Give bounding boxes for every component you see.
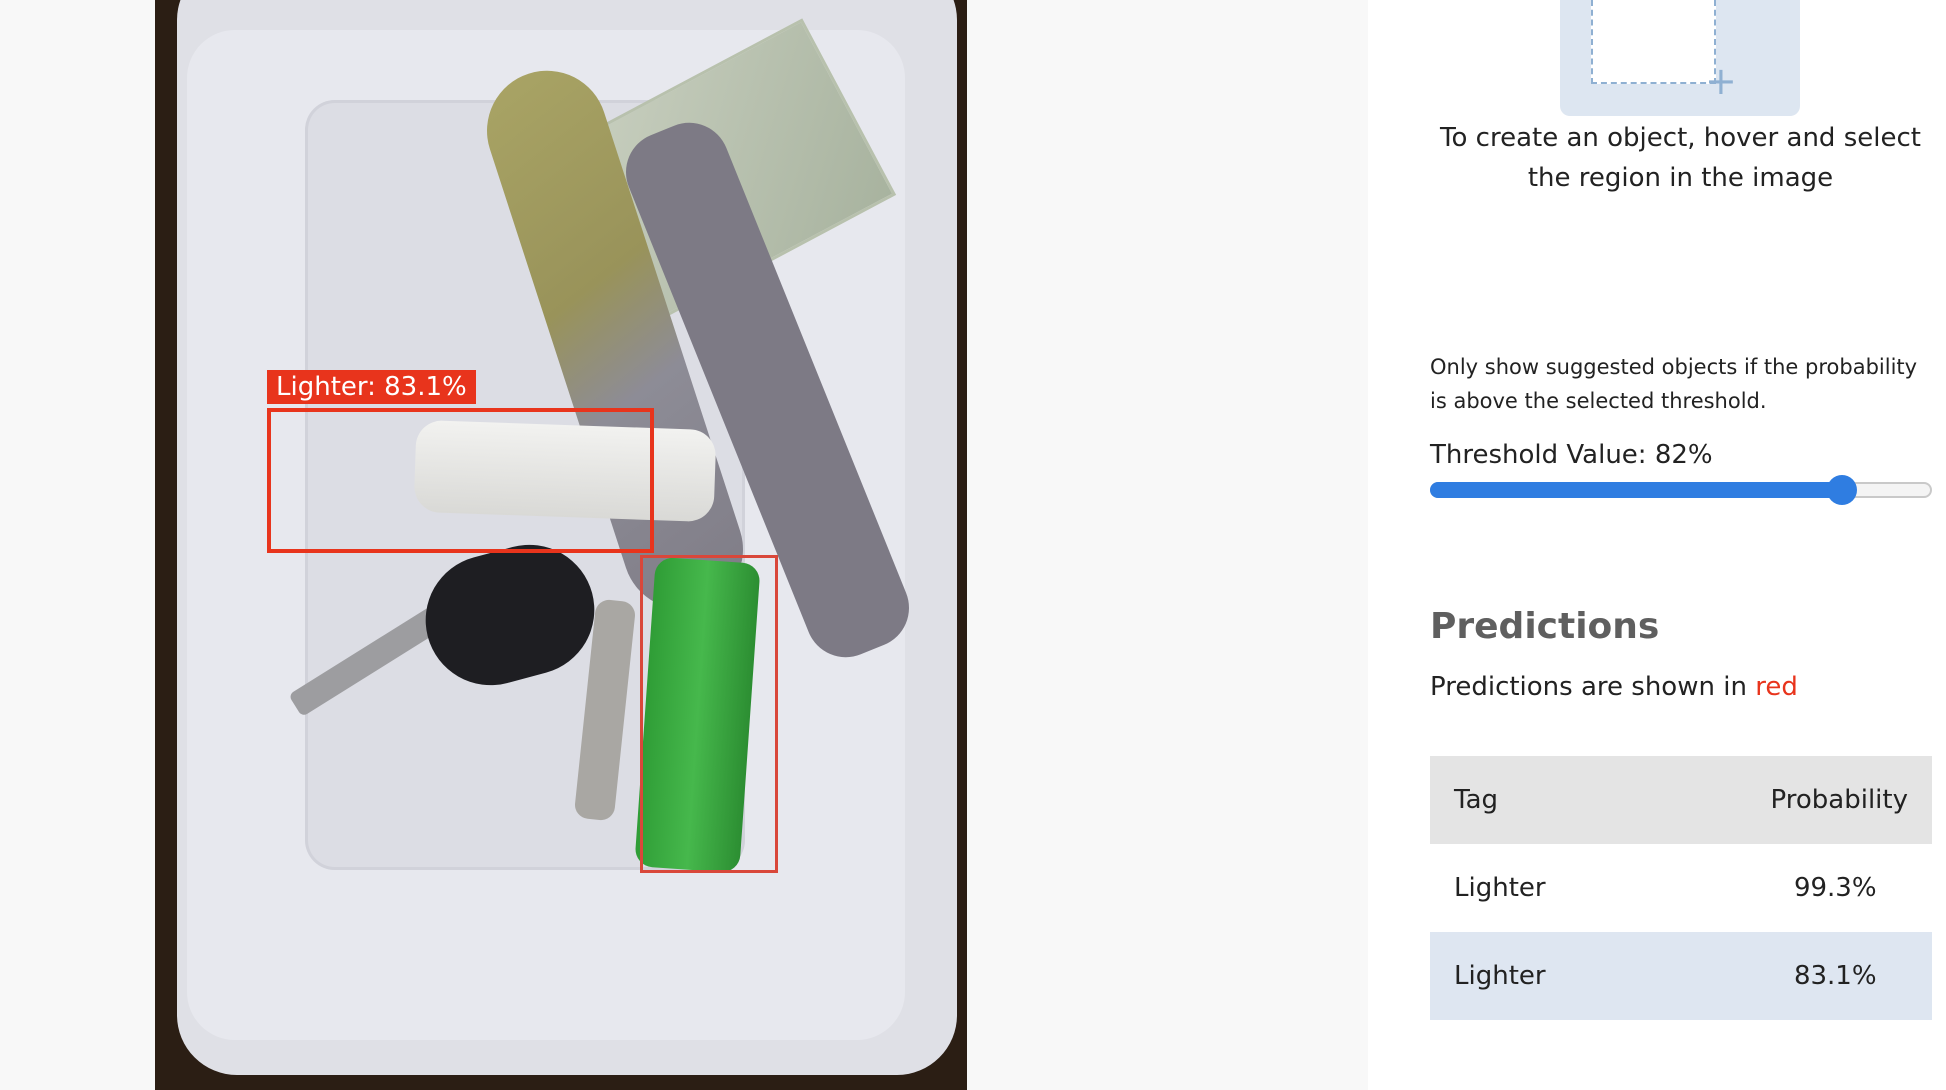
prediction-tag: Lighter: [1454, 873, 1546, 903]
table-row[interactable]: Lighter 83.1%: [1430, 932, 1932, 1020]
predictions-table: Tag Probability Lighter 99.3% Lighter 83…: [1430, 756, 1932, 1020]
image-canvas-area[interactable]: Lighter: 83.1%: [0, 0, 1368, 1090]
table-header-row: Tag Probability: [1430, 756, 1932, 844]
dashed-region-icon: [1591, 0, 1716, 84]
slider-fill: [1430, 482, 1842, 498]
prediction-probability: 99.3%: [1793, 873, 1877, 903]
predictions-subtitle-text: Predictions are shown in: [1430, 672, 1747, 702]
detection-label: Lighter: 83.1%: [267, 370, 476, 404]
detection-box-green-lighter[interactable]: [640, 555, 778, 873]
predictions-color-word: red: [1755, 672, 1798, 702]
column-header-tag[interactable]: Tag: [1430, 756, 1603, 844]
threshold-value-label: Threshold Value: 82%: [1430, 440, 1713, 470]
draw-region-illustration: +: [1560, 0, 1800, 116]
predictions-heading: Predictions: [1430, 606, 1660, 647]
predictions-subtitle: Predictions are shown in red: [1430, 672, 1798, 702]
threshold-slider[interactable]: [1430, 475, 1932, 505]
draw-hint-text: To create an object, hover and select th…: [1440, 123, 1921, 193]
column-header-probability[interactable]: Probability: [1603, 756, 1933, 844]
slider-thumb[interactable]: [1826, 475, 1857, 505]
table-row[interactable]: Lighter 99.3%: [1430, 844, 1932, 932]
prediction-probability: 83.1%: [1793, 961, 1877, 991]
side-panel: + To create an object, hover and select …: [1368, 0, 1946, 1090]
prediction-tag: Lighter: [1454, 961, 1546, 991]
threshold-description: Only show suggested objects if the proba…: [1430, 355, 1918, 413]
plus-icon: +: [1705, 59, 1737, 103]
detection-box-white-lighter[interactable]: [267, 408, 654, 553]
